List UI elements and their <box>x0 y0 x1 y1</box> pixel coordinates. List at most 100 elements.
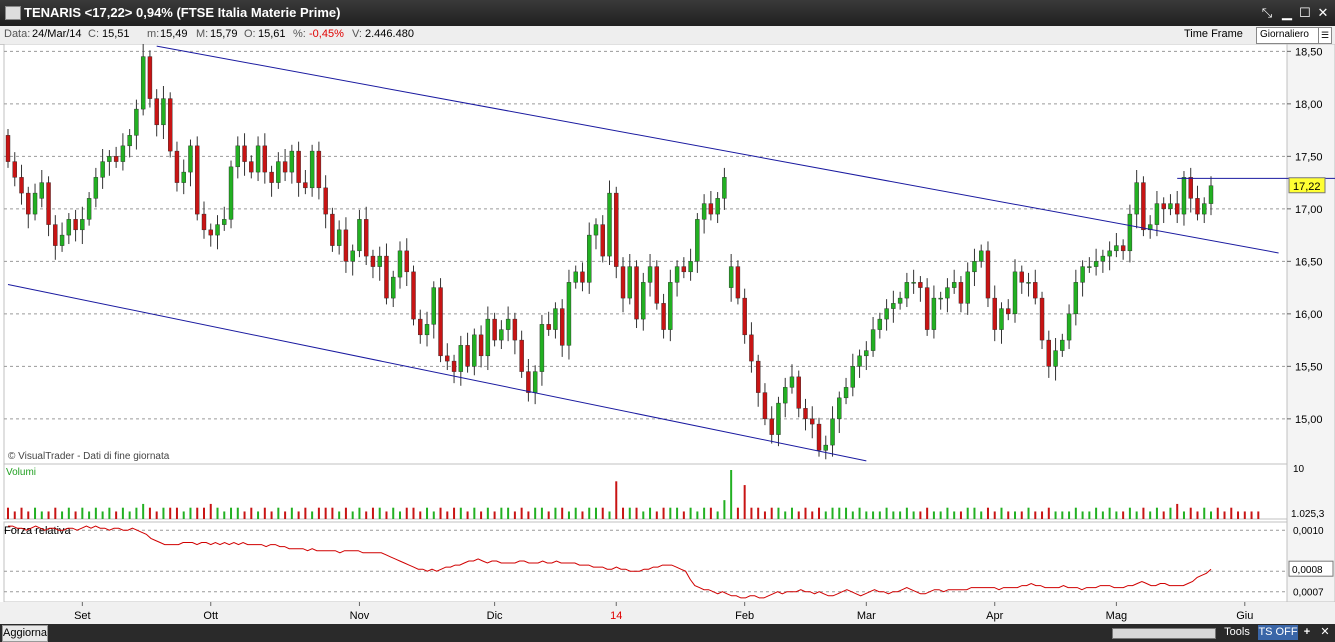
update-button[interactable]: Aggiorna <box>2 625 48 642</box>
candle-down <box>1175 203 1180 215</box>
close-panel-icon[interactable]: ✕ <box>1318 625 1332 640</box>
timeframe-select[interactable]: Giornaliero ☰ <box>1256 27 1332 44</box>
volume-bar <box>1203 507 1206 519</box>
volume-bar <box>358 507 361 519</box>
candle-up <box>1093 261 1099 267</box>
candle-up <box>472 334 477 367</box>
watermark-text: © VisualTrader - Dati di fine giornata <box>8 451 170 462</box>
candle-up <box>945 287 950 299</box>
candle-up <box>140 56 146 110</box>
volume-bar <box>426 507 429 519</box>
volume-bar <box>642 511 645 519</box>
volume-bar <box>878 511 881 519</box>
candle-up <box>505 318 511 330</box>
candle-up <box>904 282 910 299</box>
pct-label: %: <box>293 28 306 40</box>
add-icon[interactable]: + <box>1300 625 1314 640</box>
volume-bar <box>1047 507 1050 519</box>
candle-up <box>1127 213 1133 252</box>
candle-up <box>66 219 72 236</box>
volume-bar <box>1142 507 1145 519</box>
volume-bar <box>419 511 422 519</box>
candle-up <box>870 329 876 351</box>
candle-down <box>195 145 200 215</box>
low-label: m: <box>147 28 160 40</box>
candle-up <box>607 192 612 257</box>
volume-bar <box>378 507 381 519</box>
price-tick-label: 17,50 <box>1295 151 1323 163</box>
volume-bar <box>703 507 706 519</box>
candle-up <box>566 282 572 346</box>
volume-bar <box>973 507 976 519</box>
candle-up <box>979 250 984 262</box>
candle-up <box>715 198 720 215</box>
candle-down <box>201 213 207 231</box>
tools-icon[interactable]: ⤡ <box>1258 4 1276 21</box>
volume-bar <box>169 507 172 519</box>
candle-down <box>735 266 741 299</box>
volume-bar <box>290 507 293 519</box>
volume-bar <box>189 507 192 519</box>
volume-title: Volumi <box>6 467 36 478</box>
volume-value: 2.446.480 <box>365 28 414 40</box>
volume-bar <box>1122 511 1125 519</box>
minimize-button[interactable]: ▁ <box>1278 4 1296 21</box>
volume-bar <box>1162 511 1165 519</box>
volume-bar <box>202 507 205 519</box>
volume-bar <box>446 511 449 519</box>
horizontal-scrollbar[interactable] <box>1112 628 1216 639</box>
candle-up <box>587 234 592 283</box>
candle-down <box>323 187 328 215</box>
candle-up <box>309 150 315 189</box>
candle-down <box>53 224 58 246</box>
volume-bar <box>1081 511 1084 519</box>
volume-bar <box>1068 511 1071 519</box>
maximize-button[interactable]: ☐ <box>1296 4 1314 21</box>
candle-down <box>958 282 964 304</box>
volume-bar <box>669 507 672 519</box>
candle-down <box>708 203 714 215</box>
volume-bar <box>723 500 726 519</box>
close-label: C: <box>88 28 99 40</box>
candle-up <box>701 203 707 220</box>
chevron-down-icon[interactable]: ☰ <box>1318 28 1331 43</box>
candle-down <box>985 250 991 299</box>
tools-button[interactable]: Tools <box>1220 625 1254 640</box>
volume-bar <box>872 511 875 519</box>
candle-up <box>951 282 957 288</box>
volume-bar <box>115 511 118 519</box>
low-value: 15,49 <box>160 28 188 40</box>
volume-bar <box>20 507 23 519</box>
volume-bar <box>304 507 307 519</box>
candle-down <box>370 255 376 267</box>
volume-bar <box>628 507 631 519</box>
close-button[interactable]: ✕ <box>1314 4 1332 21</box>
volume-bar <box>736 507 739 519</box>
chart-area[interactable]: 18,50 18,00 17,50 17,00 16,50 16,00 15,50 15,00… <box>0 44 1335 624</box>
volume-last-label: 1.025,3 <box>1291 509 1325 520</box>
volume-bar <box>899 511 902 519</box>
candle-down <box>168 98 173 152</box>
candle-up <box>188 145 193 173</box>
volume-bar <box>818 507 821 519</box>
candle-up <box>728 266 734 288</box>
volume-bar <box>1014 511 1017 519</box>
time-axis: SetOttNovDic14FebMarAprMagGiuLug <box>0 602 1335 624</box>
volume-bar <box>858 507 861 519</box>
candle-up <box>134 108 139 136</box>
volume-bar <box>392 507 395 519</box>
volume-bar <box>689 507 692 519</box>
candle-up <box>965 271 970 304</box>
volume-bar <box>540 507 543 519</box>
ts-off-button[interactable]: TS OFF <box>1258 625 1298 640</box>
candle-up <box>350 250 355 262</box>
candle-down <box>438 287 443 357</box>
volume-bar <box>980 511 983 519</box>
candle-up <box>161 98 166 126</box>
candle-up <box>1181 177 1187 215</box>
candle-up <box>1202 203 1207 215</box>
volume-bar <box>243 511 246 519</box>
volume-bar <box>1223 511 1226 519</box>
volume-bar <box>986 507 989 519</box>
volume-bar <box>811 511 814 519</box>
